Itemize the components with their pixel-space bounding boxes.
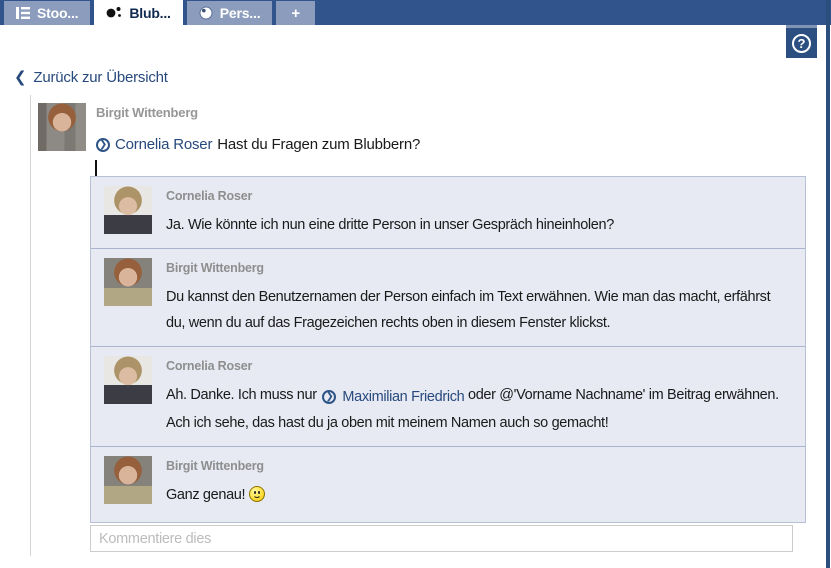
post-text: Hast du Fragen zum Blubbern? (217, 136, 420, 153)
profile-circle-icon (199, 6, 213, 20)
mention-link[interactable]: ❯ Maximilian Friedrich (320, 384, 464, 410)
tab-stoo[interactable]: Stoo... (4, 1, 90, 25)
avatar[interactable] (38, 103, 86, 151)
question-mark-icon: ? (792, 34, 811, 53)
comment-body: Birgit Wittenberg Ganz genau! (166, 456, 791, 512)
smiley-emoticon (249, 486, 265, 502)
tab-bar: Stoo... Blub... Pers... + (0, 0, 831, 25)
thread-left-rail (30, 95, 31, 556)
tab-pers[interactable]: Pers... (187, 1, 273, 25)
avatar[interactable] (104, 258, 152, 306)
comment-author-name: Cornelia Roser (166, 359, 791, 373)
mention-name: Cornelia Roser (115, 136, 212, 153)
comments-list: Cornelia Roser Ja. Wie könnte ich nun ei… (90, 176, 806, 523)
comment-text: Ja. Wie könnte ich nun eine dritte Perso… (166, 212, 791, 238)
comment-row: Cornelia Roser Ah. Danke. Ich muss nur ❯… (91, 346, 805, 446)
comment-body: Birgit Wittenberg Du kannst den Benutzer… (166, 258, 791, 336)
comment-body: Cornelia Roser Ah. Danke. Ich muss nur ❯… (166, 356, 791, 436)
comment-text: Du kannst den Benutzernamen der Person e… (166, 284, 791, 336)
tab-label: Blub... (129, 5, 170, 21)
back-to-overview-link[interactable]: ❮ Zurück zur Übersicht (14, 68, 168, 86)
help-button[interactable]: ? (786, 25, 817, 58)
comment-author-name: Birgit Wittenberg (166, 261, 791, 275)
mention-link[interactable]: ❯ Cornelia Roser (96, 136, 212, 153)
blubber-dots-icon (106, 6, 122, 19)
tab-new-plus[interactable]: + (276, 1, 315, 25)
comment-text: Ganz genau! (166, 482, 791, 508)
tab-blubber[interactable]: Blub... (94, 0, 182, 25)
comment-body: Cornelia Roser Ja. Wie könnte ich nun ei… (166, 186, 791, 238)
comment-row: Cornelia Roser Ja. Wie könnte ich nun ei… (91, 177, 805, 248)
arrow-circle-icon: ❯ (96, 138, 110, 152)
post-author-name: Birgit Wittenberg (96, 105, 198, 120)
avatar[interactable] (104, 186, 152, 234)
mention-name: Maximilian Friedrich (342, 384, 464, 410)
window-right-border (826, 0, 830, 568)
plus-icon: + (291, 5, 300, 22)
list-icon (16, 7, 30, 19)
arrow-circle-icon: ❯ (322, 390, 336, 404)
post-content: ❯ Cornelia Roser Hast du Fragen zum Blub… (96, 136, 420, 153)
comment-text: Ah. Danke. Ich muss nur ❯ Maximilian Frie… (166, 382, 791, 436)
comment-text-label: Ganz genau! (166, 487, 245, 503)
back-link-label: Zurück zur Übersicht (33, 69, 167, 86)
comment-input[interactable] (90, 525, 793, 552)
comment-author-name: Cornelia Roser (166, 189, 791, 203)
avatar[interactable] (104, 356, 152, 404)
tab-label: Stoo... (37, 5, 78, 21)
avatar[interactable] (104, 456, 152, 504)
comment-row: Birgit Wittenberg Du kannst den Benutzer… (91, 248, 805, 346)
comment-author-name: Birgit Wittenberg (166, 459, 791, 473)
tab-label: Pers... (220, 5, 261, 21)
comment-text-before: Ah. Danke. Ich muss nur (166, 387, 320, 403)
chevron-left-icon: ❮ (14, 68, 26, 86)
comment-row: Birgit Wittenberg Ganz genau! (91, 446, 805, 522)
